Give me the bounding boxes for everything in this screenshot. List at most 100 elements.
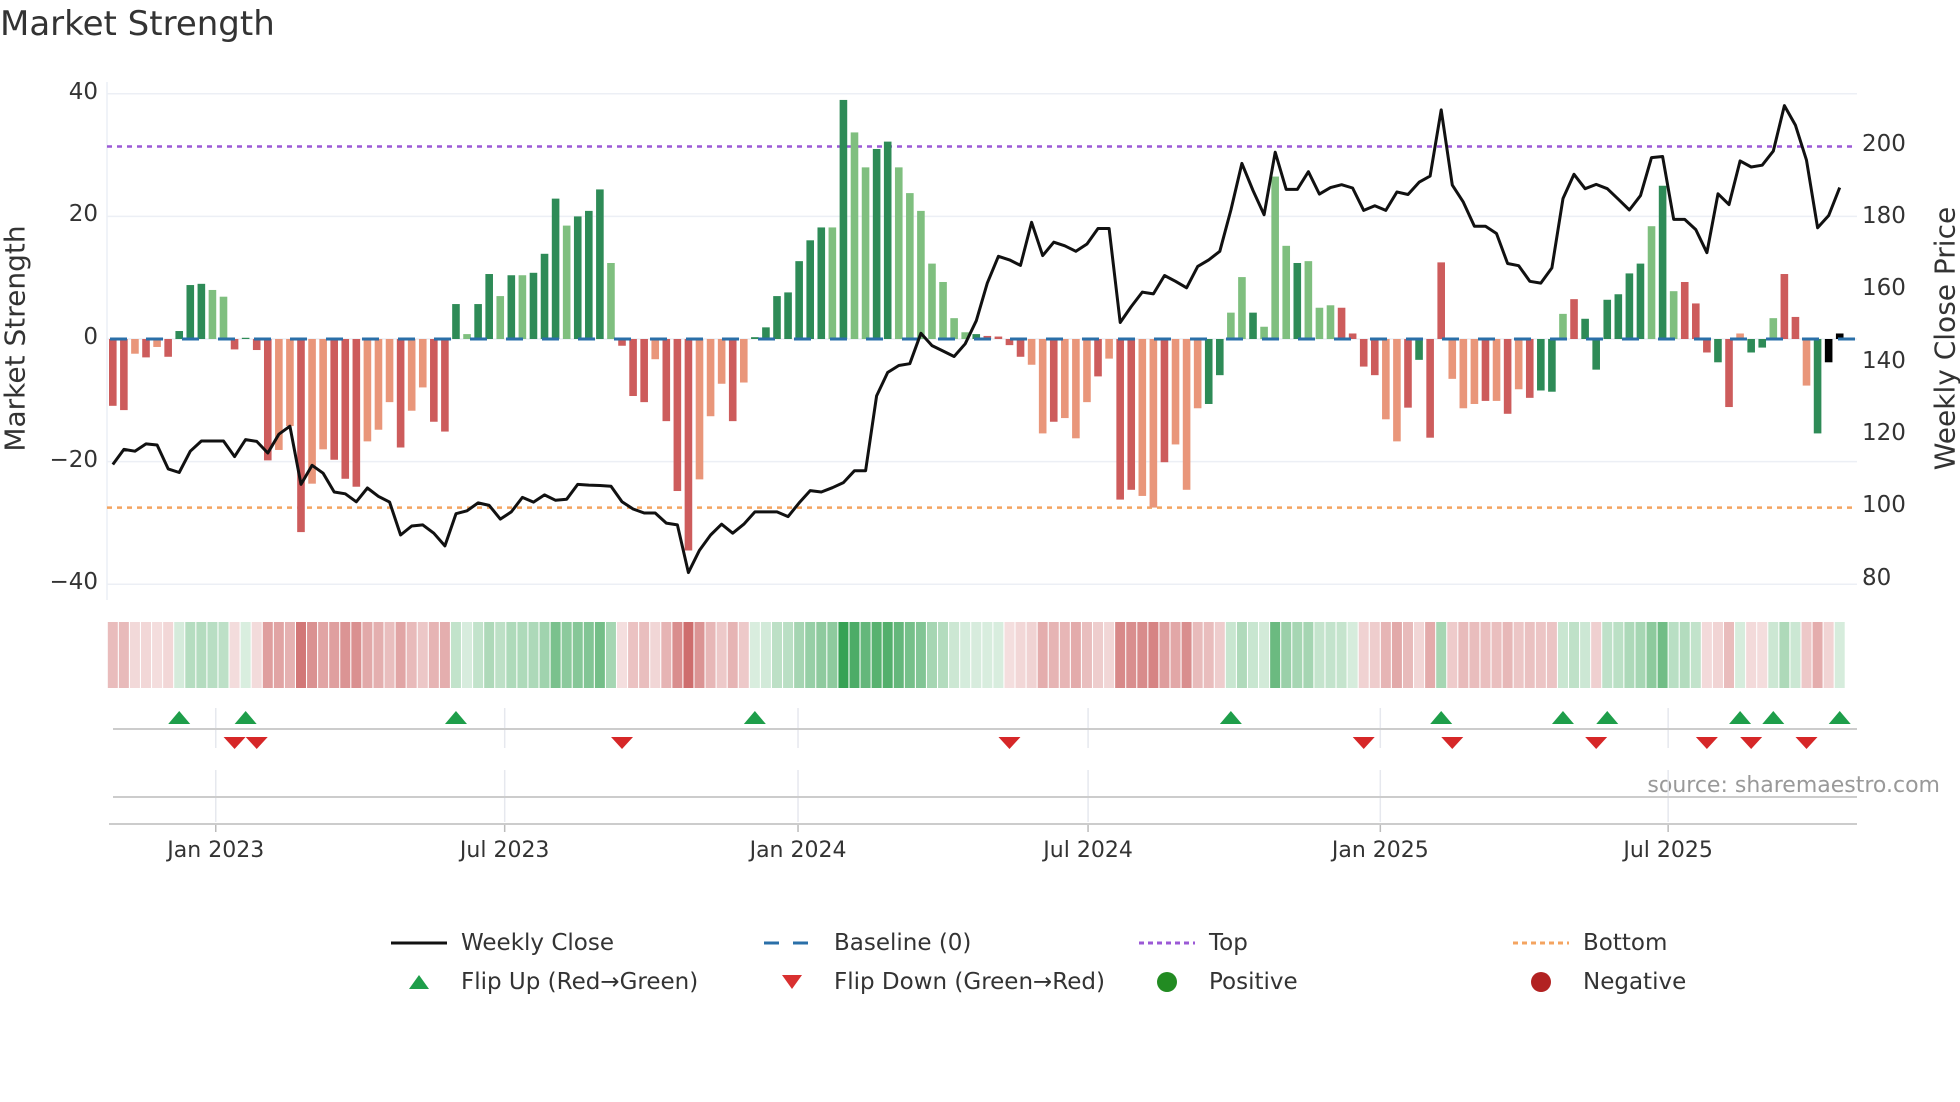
heat-cell <box>439 622 450 688</box>
strength-bar-positive <box>607 262 615 339</box>
heat-cell <box>561 622 572 688</box>
heat-cell <box>1447 622 1458 688</box>
y2-tick-label: 180 <box>1862 203 1906 229</box>
legend-label: Baseline (0) <box>834 930 972 956</box>
strength-bar-positive <box>1227 312 1235 339</box>
heat-cell <box>982 622 993 688</box>
heat-cell <box>617 622 628 688</box>
heat-cell <box>295 622 306 688</box>
heat-cell <box>1491 622 1502 688</box>
heat-cell <box>462 622 473 688</box>
strength-bar-positive <box>1669 291 1678 339</box>
strength-bar-negative <box>1404 339 1412 408</box>
strength-bar-negative <box>1503 339 1512 414</box>
heat-cell <box>251 622 262 688</box>
strength-bar-negative <box>1481 339 1490 401</box>
strength-bar-positive <box>1570 299 1578 339</box>
heat-cell <box>749 622 760 688</box>
strength-bar-negative <box>1758 339 1767 348</box>
strength-bar-positive <box>1614 294 1623 339</box>
heat-cell <box>794 622 805 688</box>
flip-down-marker <box>1441 737 1464 749</box>
strength-bar-negative <box>1525 339 1534 398</box>
strength-bar-negative <box>1016 339 1025 357</box>
heat-cell <box>727 622 738 688</box>
strength-bar-positive <box>518 275 527 339</box>
heat-cell <box>816 622 827 688</box>
heat-cell <box>473 622 484 688</box>
heat-cell <box>1214 622 1225 688</box>
heat-cell <box>229 622 240 688</box>
heat-cell <box>572 622 583 688</box>
strength-bar-negative <box>1160 339 1169 463</box>
y-tick-label: 40 <box>68 78 98 105</box>
heat-cell <box>1668 622 1679 688</box>
strength-bar-positive <box>872 148 881 339</box>
flip-down-marker <box>223 737 246 749</box>
strength-bar-positive <box>1249 312 1257 339</box>
legend-item[interactable]: Negative <box>1511 969 1686 995</box>
dot-purple-icon <box>1139 941 1195 945</box>
heat-cell <box>1347 622 1358 688</box>
strength-bar-positive <box>529 272 538 339</box>
y2-tick-label: 80 <box>1862 564 1892 591</box>
heat-cell <box>1170 622 1181 688</box>
strength-bar-negative <box>430 339 438 422</box>
heat-cell <box>417 622 428 688</box>
y-tick-label: 20 <box>68 201 98 228</box>
heat-cell <box>1126 622 1137 688</box>
heat-cell <box>1624 622 1635 688</box>
heat-cell <box>1635 622 1646 688</box>
strength-bar-positive <box>562 225 571 339</box>
legend-item[interactable]: Weekly Close <box>389 930 614 956</box>
flip-up-marker <box>1219 711 1242 724</box>
legend-item[interactable]: Flip Up (Red→Green) <box>389 969 698 995</box>
strength-bar-negative <box>441 339 449 432</box>
strength-bar-negative <box>651 339 660 360</box>
legend-item[interactable]: Bottom <box>1511 930 1667 956</box>
legend-item[interactable]: Baseline (0) <box>762 930 971 956</box>
heat-cell <box>1225 622 1236 688</box>
strength-bar-positive <box>795 261 803 339</box>
legend-item[interactable]: Top <box>1137 930 1248 956</box>
heat-cell <box>1834 622 1845 688</box>
heat-cell <box>1602 622 1613 688</box>
heat-cell <box>938 622 949 688</box>
heat-cell <box>1181 622 1192 688</box>
heat-cell <box>1004 622 1015 688</box>
strength-bar-negative <box>1182 339 1191 490</box>
strength-bar-positive <box>474 304 482 339</box>
heat-cell <box>152 622 163 688</box>
legend-label: Top <box>1209 930 1248 956</box>
heat-cell <box>539 622 550 688</box>
heat-cell <box>1358 622 1369 688</box>
flip-up-marker <box>168 711 191 724</box>
heat-cell <box>949 622 960 688</box>
heat-cell <box>1657 622 1668 688</box>
heat-cell <box>1823 622 1834 688</box>
y-tick-label: −20 <box>49 446 98 473</box>
strength-bar-positive <box>551 198 560 339</box>
legend-item[interactable]: Positive <box>1137 969 1298 995</box>
flip-up-marker <box>1729 711 1752 724</box>
heat-cell <box>1580 622 1591 688</box>
strength-bar-negative <box>1824 339 1833 363</box>
x-tick-label: Jan 2025 <box>1331 838 1429 863</box>
heat-cell <box>1015 622 1026 688</box>
strength-bar-negative <box>164 339 172 357</box>
strength-bar-positive <box>1625 273 1634 339</box>
heat-cell <box>185 622 196 688</box>
strength-bar-positive <box>1636 263 1645 339</box>
legend-item[interactable]: Flip Down (Green→Red) <box>762 969 1105 995</box>
heat-cell <box>1048 622 1059 688</box>
heat-cell <box>1768 622 1779 688</box>
heat-cell <box>1402 622 1413 688</box>
strength-bar-negative <box>374 339 383 430</box>
heat-cell <box>960 622 971 688</box>
strength-bar-negative <box>1171 339 1180 445</box>
heat-cell <box>1646 622 1657 688</box>
heat-cell <box>1037 622 1048 688</box>
line-icon <box>391 941 447 945</box>
heat-cell <box>1480 622 1491 688</box>
strength-bar-positive <box>762 327 770 339</box>
